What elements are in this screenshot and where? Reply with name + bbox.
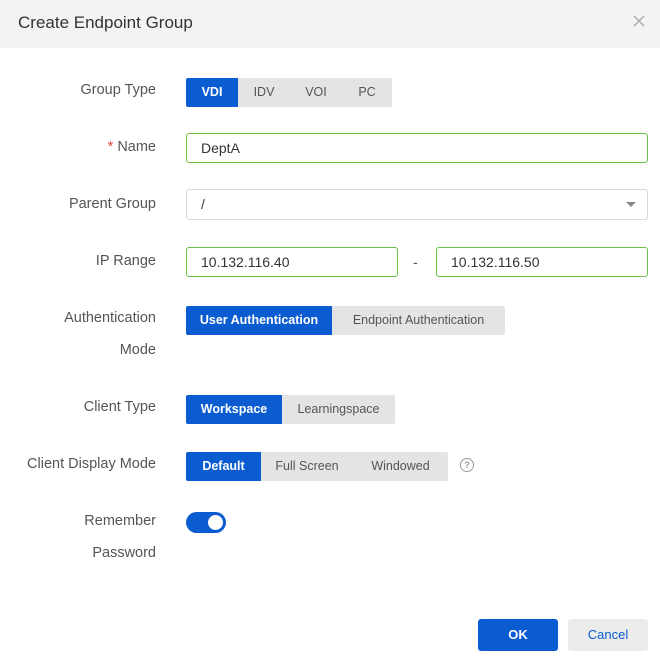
parent-group-label: Parent Group [68, 196, 156, 212]
display-mode-option-windowed[interactable]: Windowed [353, 452, 448, 481]
toggle-knob [208, 515, 223, 530]
client-type-label: Client Type [83, 399, 156, 415]
ok-button[interactable]: OK [478, 619, 558, 651]
dropdown-caret-icon [626, 202, 636, 207]
ip-range-start-input[interactable]: 10.132.116.40 [186, 247, 398, 277]
cancel-button[interactable]: Cancel [568, 619, 648, 651]
name-label-text: Name [117, 139, 156, 155]
client-display-mode-selector: Default Full Screen Windowed [186, 452, 448, 481]
ip-range-label: IP Range [95, 253, 156, 269]
ip-range-separator: - [413, 254, 418, 270]
display-mode-option-default[interactable]: Default [186, 452, 261, 481]
dialog-header: Create Endpoint Group [0, 0, 660, 48]
name-input[interactable]: DeptA [186, 133, 648, 163]
create-endpoint-group-dialog: Create Endpoint Group Group Type VDI IDV… [0, 0, 660, 668]
group-type-selector: VDI IDV VOI PC [186, 78, 392, 107]
remember-password-label-line2: Password [92, 545, 156, 561]
client-type-selector: Workspace Learningspace [186, 395, 395, 424]
ip-range-end-input[interactable]: 10.132.116.50 [436, 247, 648, 277]
help-circle-icon[interactable]: ? [460, 458, 474, 472]
group-type-option-vdi[interactable]: VDI [186, 78, 238, 107]
client-display-mode-label: Client Display Mode [27, 456, 156, 472]
required-mark: * [107, 139, 114, 155]
group-type-label: Group Type [80, 82, 156, 98]
parent-group-value: / [201, 196, 205, 212]
display-mode-option-full-screen[interactable]: Full Screen [261, 452, 353, 481]
dialog-title: Create Endpoint Group [18, 13, 193, 32]
client-type-option-workspace[interactable]: Workspace [186, 395, 282, 424]
client-type-option-learningspace[interactable]: Learningspace [282, 395, 395, 424]
remember-password-toggle[interactable] [186, 512, 226, 533]
auth-mode-label-line2: Mode [119, 342, 156, 358]
group-type-option-voi[interactable]: VOI [290, 78, 342, 107]
parent-group-select[interactable]: / [186, 189, 648, 220]
group-type-option-idv[interactable]: IDV [238, 78, 290, 107]
group-type-option-pc[interactable]: PC [342, 78, 392, 107]
auth-mode-option-user[interactable]: User Authentication [186, 306, 332, 335]
name-label: * Name [108, 131, 156, 163]
close-icon[interactable] [630, 12, 648, 30]
auth-mode-option-endpoint[interactable]: Endpoint Authentication [332, 306, 505, 335]
remember-password-label-line1: Remember [84, 513, 156, 529]
auth-mode-selector: User Authentication Endpoint Authenticat… [186, 306, 505, 335]
auth-mode-label-line1: Authentication [64, 310, 156, 326]
